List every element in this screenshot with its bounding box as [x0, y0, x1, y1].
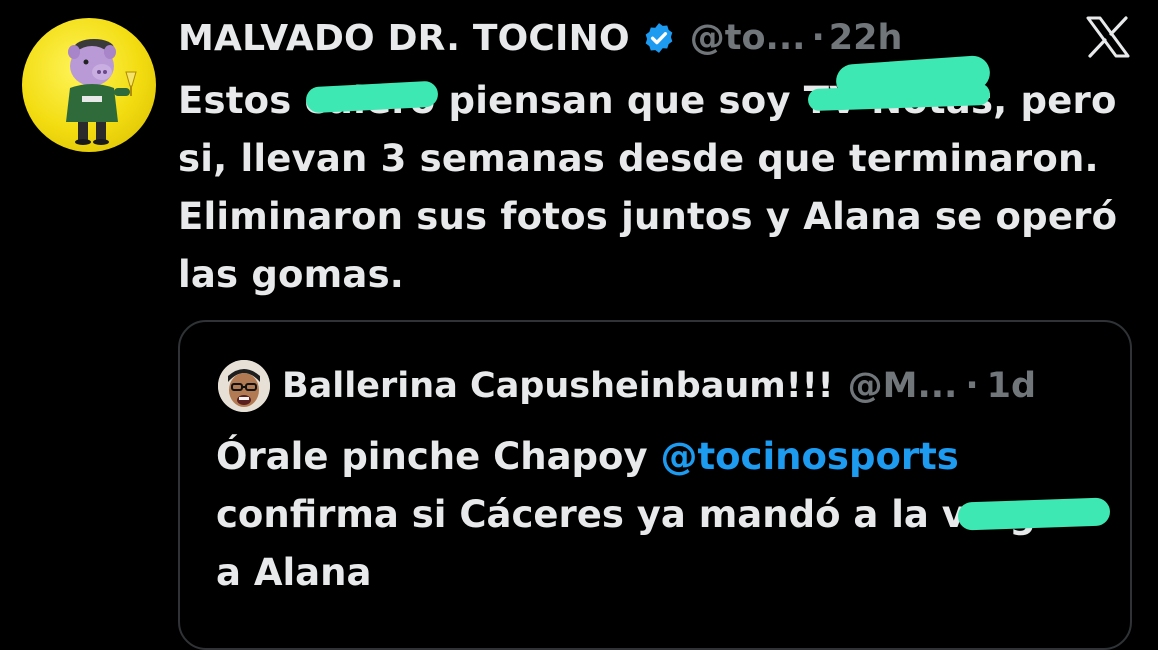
tweet-timestamp[interactable]: 22h	[829, 18, 903, 58]
tweet-line-4: las gomas.	[178, 253, 405, 296]
x-logo-icon	[1086, 16, 1130, 58]
quoted-line-3: a Alana	[216, 551, 372, 594]
person-avatar-icon	[218, 360, 270, 412]
verified-badge-icon	[645, 23, 673, 53]
author-handle[interactable]: @to...	[690, 18, 806, 58]
quoted-tweet-header: Ballerina Capusheinbaum!!! @M... · 1d	[282, 358, 1036, 414]
quoted-line-1-text: Órale pinche Chapoy	[216, 435, 661, 478]
redaction-mark	[957, 497, 1111, 531]
tweet-line-2: si, llevan 3 semanas desde que terminaro…	[178, 137, 1099, 180]
quoted-tweet-card[interactable]: Ballerina Capusheinbaum!!! @M... · 1d Ór…	[178, 320, 1132, 650]
quoted-line-1: Órale pinche Chapoy @tocinosports	[216, 428, 1116, 486]
separator-dot: ·	[811, 18, 825, 58]
author-name[interactable]: MALVADO DR. TOCINO	[178, 18, 630, 59]
mention-link[interactable]: @tocinosports	[660, 435, 958, 478]
author-avatar[interactable]	[22, 18, 156, 152]
tweet-line-3: Eliminaron sus fotos juntos y Alana se o…	[178, 195, 1118, 238]
quoted-tweet-timestamp[interactable]: 1d	[987, 366, 1036, 406]
quoted-author-handle[interactable]: @M...	[848, 366, 958, 406]
quoted-author-avatar[interactable]	[218, 360, 270, 412]
separator-dot: ·	[965, 366, 979, 406]
pig-mascot-icon	[66, 39, 137, 145]
quoted-author-name[interactable]: Ballerina Capusheinbaum!!!	[282, 366, 834, 406]
tweet-header: MALVADO DR. TOCINO @to... · 22h	[178, 12, 902, 64]
